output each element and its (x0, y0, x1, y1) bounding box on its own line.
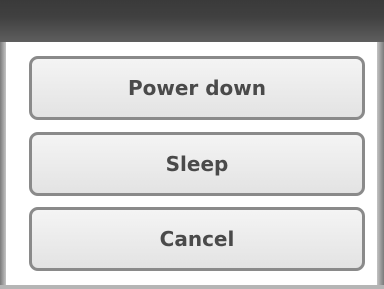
power-down-label: Power down (127, 76, 267, 100)
sleep-button[interactable]: Sleep (29, 132, 365, 196)
sleep-label: Sleep (165, 152, 229, 176)
dialog-bottom-edge (0, 285, 384, 289)
dialog-left-edge (0, 42, 6, 289)
cancel-button[interactable]: Cancel (29, 207, 365, 271)
power-down-button[interactable]: Power down (29, 56, 365, 120)
dialog-right-edge (377, 42, 384, 289)
power-dialog: Power down Sleep Cancel (0, 0, 384, 289)
dialog-title-bar (0, 0, 384, 42)
cancel-label: Cancel (159, 227, 235, 251)
